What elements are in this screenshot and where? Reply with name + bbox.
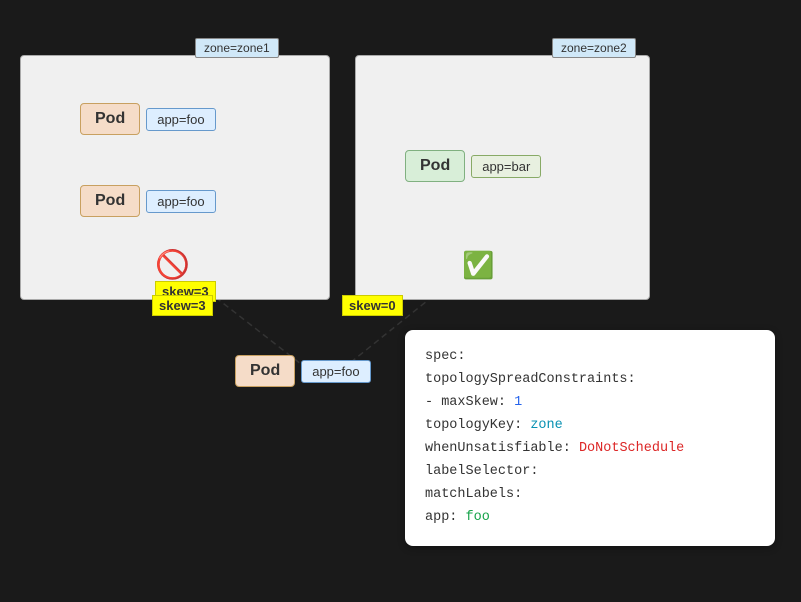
check-symbol: ✅	[462, 250, 494, 281]
code-line7: matchLabels:	[425, 484, 755, 507]
zone2-label: zone=zone2	[552, 38, 636, 58]
zone1-pod2: Pod app=foo	[80, 185, 216, 217]
zone1-skew-label: skew=3	[152, 295, 213, 316]
code-line8: app: foo	[425, 507, 755, 530]
code-box: spec: topologySpreadConstraints: - maxSk…	[405, 330, 775, 546]
zone1-pod2-box: Pod	[80, 185, 140, 217]
diagram-area: zone=zone1 Pod app=foo Pod app=foo 🚫 ske…	[0, 0, 801, 602]
zone1-pod2-tag: app=foo	[146, 190, 215, 213]
code-line4: topologyKey: zone	[425, 415, 755, 438]
zone2-pod1-tag: app=bar	[471, 155, 541, 178]
code-line2: topologySpreadConstraints:	[425, 369, 755, 392]
zone1-pod1: Pod app=foo	[80, 103, 216, 135]
new-pod-tag: app=foo	[301, 360, 370, 383]
new-pod-box: Pod	[235, 355, 295, 387]
code-line5: whenUnsatisfiable: DoNotSchedule	[425, 438, 755, 461]
code-line1: spec:	[425, 346, 755, 369]
no-symbol: 🚫	[155, 248, 190, 281]
zone2-pod1-box: Pod	[405, 150, 465, 182]
zone2-pod1: Pod app=bar	[405, 150, 541, 182]
zone2-skew: skew=0	[342, 295, 403, 316]
code-line3: - maxSkew: 1	[425, 392, 755, 415]
zone1-pod1-tag: app=foo	[146, 108, 215, 131]
zone1-label: zone=zone1	[195, 38, 279, 58]
new-pod: Pod app=foo	[235, 355, 371, 387]
zone1-pod1-box: Pod	[80, 103, 140, 135]
code-line6: labelSelector:	[425, 461, 755, 484]
